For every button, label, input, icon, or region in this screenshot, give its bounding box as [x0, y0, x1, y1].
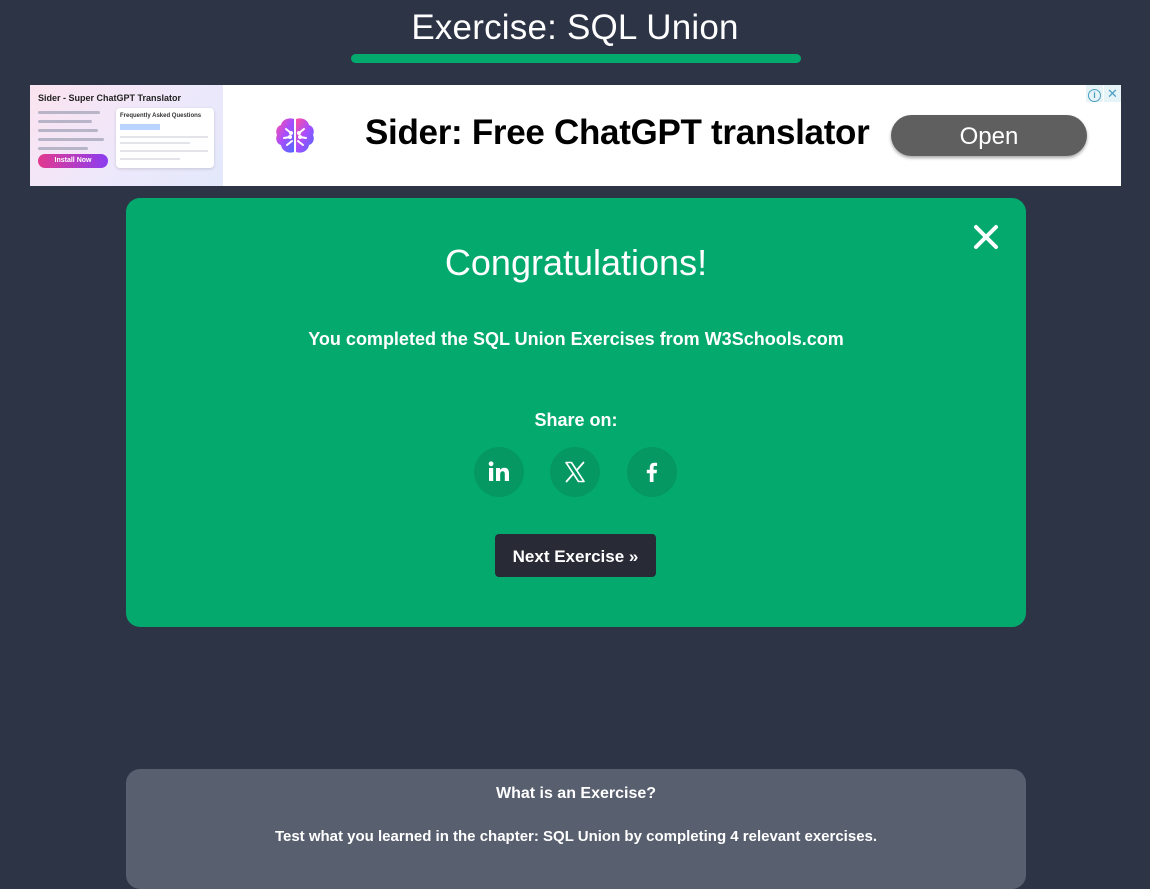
title-underline	[351, 54, 801, 63]
ad-thumbnail-highlight	[120, 124, 160, 130]
ad-thumbnail-line	[120, 158, 180, 160]
congrats-panel: Congratulations! You completed the SQL U…	[126, 198, 1026, 627]
share-linkedin-button[interactable]	[474, 447, 524, 497]
ad-headline[interactable]: Sider: Free ChatGPT translator	[365, 113, 870, 153]
ad-thumbnail[interactable]: Sider - Super ChatGPT Translator Install…	[30, 85, 223, 186]
congrats-message: You completed the SQL Union Exercises fr…	[308, 329, 844, 349]
info-panel: What is an Exercise? Test what you learn…	[126, 769, 1026, 889]
ad-thumbnail-title: Sider - Super ChatGPT Translator	[38, 93, 182, 103]
ad-banner[interactable]: Sider - Super ChatGPT Translator Install…	[30, 85, 1121, 186]
x-icon	[565, 461, 585, 483]
next-exercise-button[interactable]: Next Exercise »	[495, 534, 656, 577]
share-label: Share on:	[534, 410, 618, 430]
ad-thumbnail-line	[120, 142, 190, 144]
ad-thumbnail-line	[120, 150, 208, 152]
ad-thumbnail-card: Frequently Asked Questions	[116, 108, 214, 168]
congrats-heading: Congratulations!	[444, 242, 708, 283]
ad-info-icon[interactable]: i	[1086, 85, 1103, 102]
share-x-button[interactable]	[550, 447, 600, 497]
ad-open-button[interactable]: Open	[891, 115, 1087, 156]
share-facebook-button[interactable]	[627, 447, 677, 497]
ad-thumbnail-card-title: Frequently Asked Questions	[120, 113, 202, 119]
brain-icon	[272, 113, 318, 159]
ad-close-icon[interactable]: ✕	[1104, 85, 1121, 102]
info-heading: What is an Exercise?	[495, 785, 657, 802]
ad-thumbnail-text-lines	[38, 111, 108, 156]
facebook-icon	[646, 462, 658, 482]
ad-install-button[interactable]: Install Now	[38, 154, 108, 168]
page-title: Exercise: SQL Union	[411, 8, 739, 47]
ad-thumbnail-line	[120, 136, 208, 138]
linkedin-icon	[488, 461, 509, 481]
ad-info-label: i	[1088, 89, 1101, 102]
info-text: Test what you learned in the chapter: SQ…	[274, 828, 878, 845]
